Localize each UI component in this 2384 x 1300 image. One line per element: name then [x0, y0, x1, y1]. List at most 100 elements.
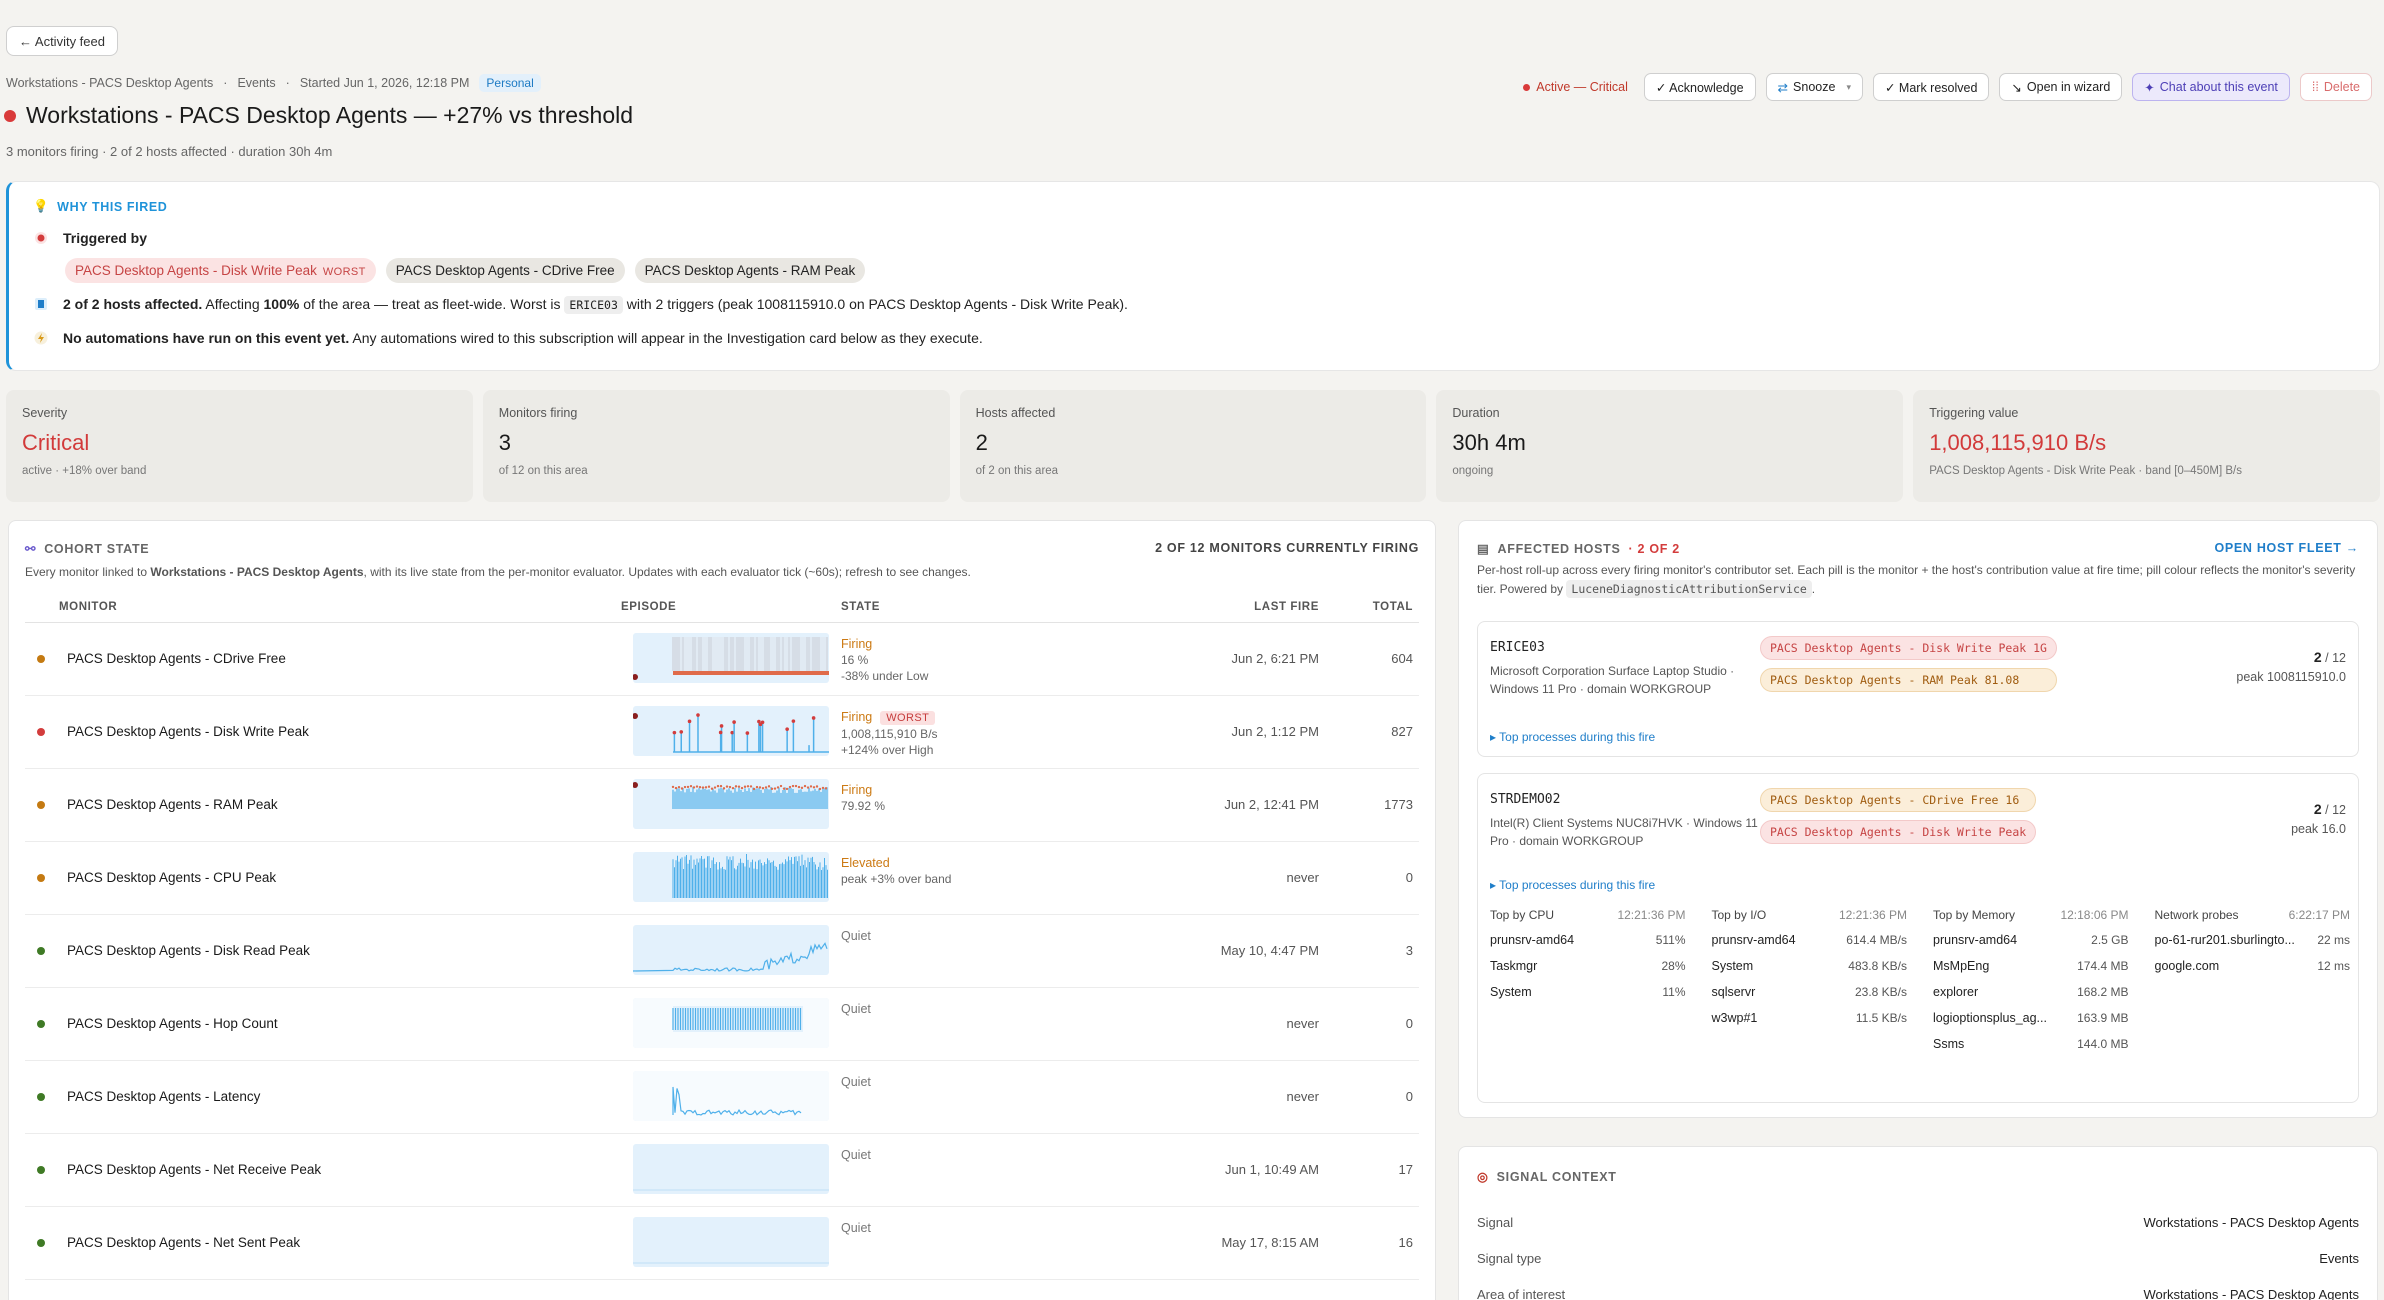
state-label: Firing — [841, 710, 873, 724]
monitor-name[interactable]: PACS Desktop Agents - Hop Count — [67, 1016, 278, 1031]
process-name: System — [1490, 985, 1532, 999]
status-dot — [37, 1166, 45, 1174]
state-detail: 79.92 % — [841, 799, 886, 813]
monitor-name[interactable]: PACS Desktop Agents - CDrive Free — [67, 651, 286, 666]
process-row: google.com 12 ms — [2155, 959, 2351, 973]
total-count: 0 — [1405, 1089, 1413, 1104]
host-name[interactable]: STRDEMO02 — [1490, 792, 1560, 807]
server-icon — [33, 296, 49, 312]
process-row: MsMpEng 174.4 MB — [1933, 959, 2129, 973]
monitor-name[interactable]: PACS Desktop Agents - Latency — [67, 1089, 260, 1104]
open-host-fleet-link[interactable]: OPEN HOST FLEET → — [2214, 541, 2359, 555]
host-desc: Microsoft Corporation Surface Laptop Stu… — [1490, 664, 1735, 696]
bolt-icon — [33, 330, 49, 346]
back-to-activity-feed-button[interactable]: ← Activity feed — [6, 26, 118, 56]
hosts-affected-text: 2 of 2 hosts affected. Affecting 100% of… — [63, 296, 1128, 314]
hosts-affected-row: 2 of 2 hosts affected. Affecting 100% of… — [33, 296, 1128, 314]
host-monitor-pill[interactable]: PACS Desktop Agents - Disk Write Peak — [1760, 820, 2037, 844]
table-row[interactable]: PACS Desktop Agents - Disk Read Peak Quie… — [25, 915, 1419, 988]
process-name: prunsrv-amd64 — [1933, 933, 2018, 947]
process-row: w3wp#1 11.5 KB/s — [1712, 1011, 1908, 1025]
breadcrumb-area[interactable]: Workstations - PACS Desktop Agents — [6, 76, 213, 90]
state-detail: -38% under Low — [841, 669, 929, 683]
state-cell: Elevated peak +3% over band — [841, 855, 951, 887]
snooze-button[interactable]: ⇄ Snooze ▾ — [1765, 73, 1863, 101]
cohort-icon: ⚯ — [25, 542, 37, 556]
signal-row: Signal type Events — [1477, 1251, 2359, 1266]
state-label: Firing — [841, 783, 873, 797]
process-row: logioptionsplus_ag... 163.9 MB — [1933, 1011, 2129, 1025]
stat-label: Duration — [1452, 406, 1500, 420]
total-count: 1773 — [1384, 797, 1413, 812]
table-row[interactable]: PACS Desktop Agents - RAM Peak Firing 79.9… — [25, 769, 1419, 842]
stat-value: 3 — [498, 430, 512, 455]
breadcrumb-separator: · — [223, 76, 228, 90]
process-column-title: Top by CPU — [1490, 908, 1555, 922]
process-row: System 483.8 KB/s — [1712, 959, 1908, 973]
host-name[interactable]: ERICE03 — [1490, 640, 1545, 655]
process-name: MsMpEng — [1933, 959, 1990, 973]
open-in-wizard-button[interactable]: ↘ Open in wizard — [1999, 73, 2123, 101]
process-value: 12 ms — [2317, 959, 2350, 973]
automations-detail: Any automations wired to this subscripti… — [352, 330, 983, 346]
wand-icon: ↘ — [2011, 80, 2022, 95]
monitor-name[interactable]: PACS Desktop Agents - Disk Read Peak — [67, 943, 310, 958]
total-count: 3 — [1405, 943, 1413, 958]
last-fire: never — [1286, 870, 1319, 885]
trigger-chip-worst[interactable]: PACS Desktop Agents - Disk Write Peak WOR… — [65, 258, 376, 283]
episode-sparkline — [633, 1144, 829, 1194]
page-subtitle: 3 monitors firing · 2 of 2 hosts affecte… — [6, 144, 333, 159]
triggered-by-label: Triggered by — [63, 230, 148, 246]
total-count: 827 — [1391, 724, 1413, 739]
table-row[interactable]: PACS Desktop Agents - CPU Peak Elevated pe… — [25, 842, 1419, 915]
monitor-name[interactable]: PACS Desktop Agents - Net Sent Peak — [67, 1235, 300, 1250]
process-value: 2.5 GB — [2091, 933, 2129, 947]
host-monitor-pill[interactable]: PACS Desktop Agents - RAM Peak 81.08 — [1760, 668, 2057, 692]
table-row[interactable]: PACS Desktop Agents - Disk Write Peak Fir… — [25, 696, 1419, 769]
state-cell: Quiet — [841, 1220, 871, 1236]
host-monitor-pill[interactable]: PACS Desktop Agents - CDrive Free 16 — [1760, 788, 2037, 812]
process-value: 511% — [1655, 933, 1686, 947]
episode-sparkline — [633, 1071, 829, 1121]
hosts-text-b: of the area — treat as fleet-wide. Worst… — [303, 296, 561, 312]
monitor-name[interactable]: PACS Desktop Agents - RAM Peak — [67, 797, 278, 812]
mark-resolved-button[interactable]: ✓ Mark resolved — [1872, 73, 1990, 101]
stat-duration: Duration 30h 4m ongoing — [1436, 390, 1904, 502]
delete-button[interactable]: ⁞⁞ Delete — [2299, 73, 2372, 101]
worst-tag: WORST — [322, 266, 366, 278]
table-row[interactable]: PACS Desktop Agents - Hop Count Quiet neve… — [25, 988, 1419, 1061]
hosts-text-a: Affecting — [205, 296, 260, 312]
breadcrumb-section[interactable]: Events — [237, 76, 275, 90]
monitor-name[interactable]: PACS Desktop Agents - CPU Peak — [67, 870, 276, 885]
trigger-chip[interactable]: PACS Desktop Agents - CDrive Free — [385, 258, 625, 283]
state-label: Quiet — [841, 1002, 871, 1016]
process-column-title: Top by Memory — [1933, 908, 2016, 922]
acknowledge-button[interactable]: ✓ Acknowledge — [1643, 73, 1756, 101]
host-monitor-pill[interactable]: PACS Desktop Agents - Disk Write Peak 1G — [1760, 636, 2057, 660]
trigger-chip[interactable]: PACS Desktop Agents - RAM Peak — [634, 258, 866, 283]
chat-label: Chat about this event — [2159, 80, 2278, 94]
state-cell: Quiet — [841, 1074, 871, 1090]
top-processes-toggle[interactable]: ▸ Top processes during this fire — [1490, 730, 1655, 744]
open-wizard-label: Open in wizard — [2026, 80, 2111, 94]
process-name: po-61-rur201.sburlingto... — [2154, 933, 2295, 947]
status-dot — [37, 728, 45, 736]
state-label: Quiet — [841, 929, 871, 943]
monitor-name[interactable]: PACS Desktop Agents - Net Receive Peak — [67, 1162, 321, 1177]
table-row[interactable]: PACS Desktop Agents - CDrive Free Firing 1… — [25, 623, 1419, 696]
state-detail: 1,008,115,910 B/s — [841, 727, 938, 741]
top-processes-toggle[interactable]: ▸ Top processes during this fire — [1490, 878, 1655, 892]
process-value: 144.0 MB — [2077, 1037, 2129, 1051]
table-row[interactable]: PACS Desktop Agents - Net Receive Peak Qu… — [25, 1134, 1419, 1207]
process-value: 11.5 KB/s — [1855, 1011, 1907, 1025]
stat-triggering-value: Triggering value 1,008,115,910 B/s PACS De… — [1913, 390, 2380, 502]
table-row[interactable]: PACS Desktop Agents - Net Sent Peak Quiet… — [25, 1207, 1419, 1280]
scope-badge: Personal — [479, 74, 541, 92]
episode-sparkline — [633, 925, 829, 975]
monitor-name[interactable]: PACS Desktop Agents - Disk Write Peak — [67, 724, 309, 739]
table-row[interactable]: PACS Desktop Agents - Latency Quiet never 0 — [25, 1061, 1419, 1134]
process-value: 22 ms — [2317, 933, 2350, 947]
process-column: Top by I/O 12:21:36 PM prunsrv-amd64 614.4 … — [1712, 908, 1908, 1063]
chat-about-event-button[interactable]: ✦ Chat about this event — [2132, 73, 2290, 101]
state-detail: peak +3% over band — [841, 872, 952, 886]
